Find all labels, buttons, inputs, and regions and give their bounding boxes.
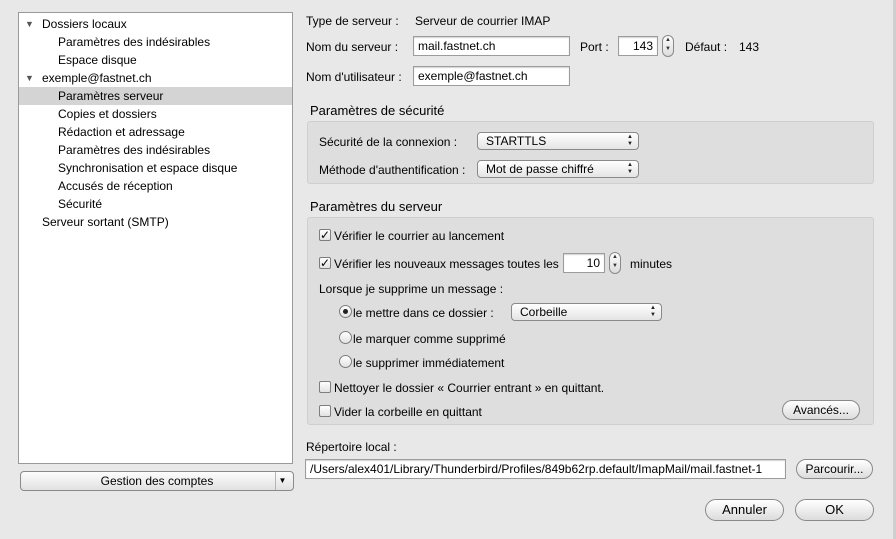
port-field[interactable]: 143 <box>618 36 658 56</box>
auth-method-label: Méthode d'authentification : <box>319 163 466 177</box>
trash-folder-value: Corbeille <box>520 305 568 319</box>
tree-item-smtp[interactable]: Serveur sortant (SMTP) <box>19 213 292 231</box>
check-interval-field[interactable]: 10 <box>563 253 605 273</box>
tree-item-disk-space[interactable]: Espace disque <box>19 51 292 69</box>
port-stepper[interactable]: ▲ ▼ <box>662 35 674 57</box>
tree-item-label: Paramètres des indésirables <box>58 143 211 157</box>
tree-item-security[interactable]: Sécurité <box>19 195 292 213</box>
server-name-label: Nom du serveur : <box>306 40 399 54</box>
trash-folder-select[interactable]: Corbeille ▲ ▼ <box>511 303 662 321</box>
check-interval-stepper[interactable]: ▲ ▼ <box>609 252 621 274</box>
auth-method-select[interactable]: Mot de passe chiffré ▲ ▼ <box>477 160 639 178</box>
tree-item-label: Synchronisation et espace disque <box>58 161 238 175</box>
ok-button[interactable]: OK <box>795 499 874 521</box>
tree-item-copies-folders[interactable]: Copies et dossiers <box>19 105 292 123</box>
checkmark-icon: ✓ <box>320 256 331 270</box>
radio-delete-immediately[interactable] <box>339 355 352 368</box>
tree-item-return-receipts[interactable]: Accusés de réception <box>19 177 292 195</box>
username-field[interactable]: exemple@fastnet.ch <box>413 66 570 86</box>
disclosure-triangle-icon[interactable]: ▼ <box>25 15 34 33</box>
radio-move-to-folder[interactable] <box>339 305 352 318</box>
tree-item-label: Serveur sortant (SMTP) <box>42 215 169 229</box>
on-delete-label: Lorsque je supprime un message : <box>319 282 504 296</box>
clean-inbox-label: Nettoyer le dossier « Courrier entrant »… <box>334 381 605 395</box>
check-every-label: Vérifier les nouveaux messages toutes le… <box>334 257 559 271</box>
advanced-button[interactable]: Avancés... <box>782 400 860 420</box>
default-port-value: 143 <box>739 40 760 54</box>
check-every-checkbox[interactable]: ✓ <box>319 257 331 269</box>
chevron-down-icon: ▼ <box>275 472 289 490</box>
radio-mark-label: le marquer comme supprimé <box>353 332 506 346</box>
checkmark-icon: ✓ <box>320 228 331 242</box>
manage-accounts-label: Gestion des comptes <box>100 474 214 488</box>
tree-item-label: Paramètres des indésirables <box>58 35 211 49</box>
tree-item-label: Espace disque <box>58 53 137 67</box>
select-arrows-icon: ▲ ▼ <box>627 134 633 147</box>
radio-move-label: le mettre dans ce dossier : <box>353 306 494 320</box>
tree-item-label: Paramètres serveur <box>58 89 164 103</box>
tree-item-label: Copies et dossiers <box>58 107 157 121</box>
tree-item-account[interactable]: ▼ exemple@fastnet.ch <box>19 69 292 87</box>
radio-mark-deleted[interactable] <box>339 331 352 344</box>
manage-accounts-menu-button[interactable]: Gestion des comptes ▼ <box>20 471 294 491</box>
select-arrows-icon: ▲ ▼ <box>650 305 656 318</box>
auth-method-value: Mot de passe chiffré <box>486 162 594 176</box>
account-tree[interactable]: ▼ Dossiers locaux Paramètres des indésir… <box>18 12 293 464</box>
server-name-field[interactable]: mail.fastnet.ch <box>413 36 570 56</box>
local-directory-field[interactable]: /Users/alex401/Library/Thunderbird/Profi… <box>305 459 786 479</box>
default-port-label: Défaut : <box>685 40 728 54</box>
empty-trash-label: Vider la corbeille en quittant <box>334 405 482 419</box>
tree-item-label: Rédaction et adressage <box>58 125 185 139</box>
tree-item-local-junk-settings[interactable]: Paramètres des indésirables <box>19 33 292 51</box>
tree-item-label: Dossiers locaux <box>42 17 127 31</box>
empty-trash-checkbox[interactable] <box>319 405 331 417</box>
browse-button[interactable]: Parcourir... <box>796 459 873 479</box>
minutes-label: minutes <box>630 257 673 271</box>
server-type-value: Serveur de courrier IMAP <box>415 14 551 28</box>
check-startup-label: Vérifier le courrier au lancement <box>334 229 505 243</box>
username-label: Nom d'utilisateur : <box>306 70 402 84</box>
radio-delete-label: le supprimer immédiatement <box>353 356 505 370</box>
port-label: Port : <box>580 40 609 54</box>
select-arrows-icon: ▲ ▼ <box>627 162 633 175</box>
tree-item-local-folders[interactable]: ▼ Dossiers locaux <box>19 15 292 33</box>
tree-item-sync-disk-space[interactable]: Synchronisation et espace disque <box>19 159 292 177</box>
tree-item-label: exemple@fastnet.ch <box>42 71 152 85</box>
disclosure-triangle-icon[interactable]: ▼ <box>25 69 34 87</box>
server-settings-title: Paramètres du serveur <box>310 199 443 214</box>
tree-item-server-settings[interactable]: Paramètres serveur <box>19 87 292 105</box>
clean-inbox-checkbox[interactable] <box>319 381 331 393</box>
tree-item-label: Accusés de réception <box>58 179 173 193</box>
connection-security-label: Sécurité de la connexion : <box>319 135 458 149</box>
connection-security-value: STARTTLS <box>486 134 547 148</box>
connection-security-select[interactable]: STARTTLS ▲ ▼ <box>477 132 639 150</box>
security-settings-title: Paramètres de sécurité <box>310 103 445 118</box>
server-type-label: Type de serveur : <box>306 14 399 28</box>
cancel-button[interactable]: Annuler <box>705 499 784 521</box>
tree-item-junk-settings[interactable]: Paramètres des indésirables <box>19 141 292 159</box>
check-startup-checkbox[interactable]: ✓ <box>319 229 331 241</box>
tree-item-composition[interactable]: Rédaction et adressage <box>19 123 292 141</box>
local-directory-label: Répertoire local : <box>306 440 397 454</box>
tree-item-label: Sécurité <box>58 197 103 211</box>
